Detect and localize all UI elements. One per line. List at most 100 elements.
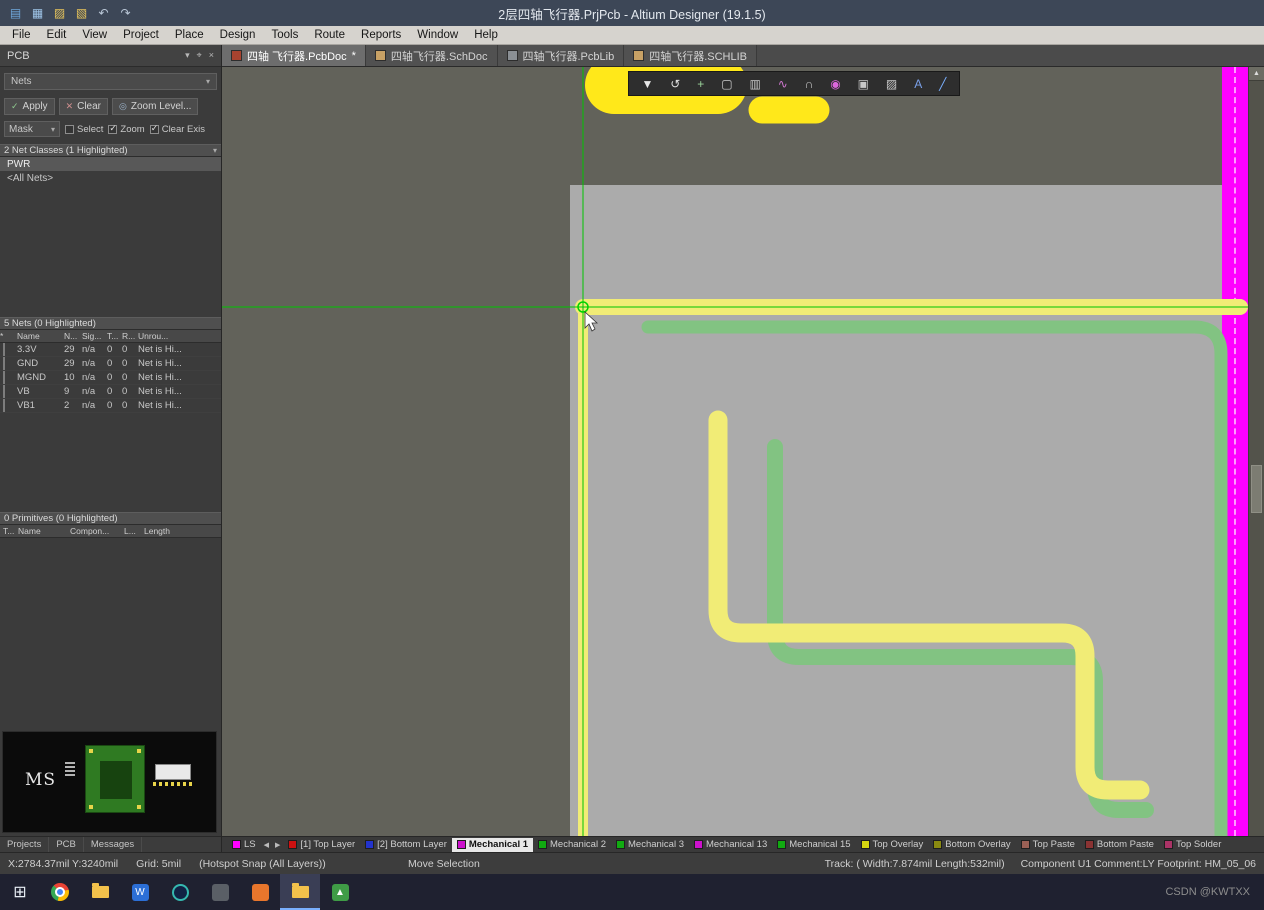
col-signal[interactable]: Sig...: [82, 331, 107, 341]
layer-tab-top-layer[interactable]: [1] Top Layer: [283, 838, 360, 852]
open-folder-icon[interactable]: ▨: [52, 7, 67, 19]
net-color-swatch[interactable]: [3, 385, 5, 398]
menu-tools[interactable]: Tools: [263, 26, 306, 44]
via-icon[interactable]: ◉: [830, 78, 840, 90]
layer-tab-mechanical-2[interactable]: Mechanical 2: [533, 838, 611, 852]
col-name[interactable]: Name: [18, 526, 70, 536]
net-row-vb[interactable]: VB 9 n/a 0 0 Net is Hi...: [0, 385, 221, 399]
redo-icon[interactable]: ↷: [118, 7, 133, 19]
zoom-checkbox-group[interactable]: Zoom: [108, 123, 145, 135]
canvas-vertical-scrollbar[interactable]: ▲: [1248, 67, 1264, 836]
menu-help[interactable]: Help: [466, 26, 506, 44]
filter-icon[interactable]: ▼: [641, 78, 653, 90]
taskbar-utility[interactable]: [200, 874, 240, 910]
apply-button[interactable]: ✓ Apply: [4, 98, 55, 115]
net-class-item-all-nets[interactable]: <All Nets>: [0, 171, 221, 185]
menu-place[interactable]: Place: [167, 26, 212, 44]
interactive-route-icon[interactable]: ∿: [778, 78, 788, 90]
board-preview-panel[interactable]: MS: [2, 731, 217, 833]
col-component[interactable]: Compon...: [70, 526, 124, 536]
col-t[interactable]: T...: [0, 526, 18, 536]
undo-icon[interactable]: ↶: [96, 7, 111, 19]
nets-table-header[interactable]: * Name N... Sig... T... R... Unrou...: [0, 330, 221, 343]
doc-tab-pcblib[interactable]: 四轴飞行器.PcbLib: [497, 45, 625, 66]
doc-tab-schlib[interactable]: 四轴飞行器.SCHLIB: [624, 45, 757, 66]
layers-next-icon[interactable]: ▶: [272, 841, 283, 849]
taskbar-image-viewer[interactable]: ▲: [320, 874, 360, 910]
clear-existing-checkbox[interactable]: [149, 123, 159, 134]
layer-tab-bottom-paste[interactable]: Bottom Paste: [1080, 838, 1159, 852]
menu-reports[interactable]: Reports: [353, 26, 409, 44]
line-icon[interactable]: ╱: [939, 78, 946, 90]
selection-rect-icon[interactable]: ▢: [721, 78, 732, 90]
save-icon[interactable]: ▧: [74, 7, 89, 19]
select-checkbox-group[interactable]: Select: [65, 124, 103, 135]
layer-tab-mechanical-1[interactable]: Mechanical 1: [451, 837, 534, 852]
pcb-canvas[interactable]: ▼ ↺ + ▢ ▥ ∿ ∩ ◉ ▣ ▨ A ╱ ▲: [222, 67, 1264, 836]
clear-existing-checkbox-group[interactable]: Clear Exis: [149, 123, 205, 135]
menu-file[interactable]: File: [4, 26, 39, 44]
panel-tab-pcb[interactable]: PCB: [49, 837, 84, 852]
doc-tab-schdoc[interactable]: 四轴飞行器.SchDoc: [365, 45, 498, 66]
start-button[interactable]: ⊞: [0, 874, 40, 910]
nets-section-header[interactable]: 5 Nets (0 Highlighted): [0, 317, 221, 330]
panel-mode-dropdown[interactable]: Nets ▾: [4, 73, 217, 90]
menu-edit[interactable]: Edit: [39, 26, 75, 44]
panel-close-icon[interactable]: ×: [209, 50, 214, 61]
col-t[interactable]: T...: [107, 331, 122, 341]
net-color-swatch[interactable]: [3, 343, 5, 356]
net-row-3v3[interactable]: 3.3V 29 n/a 0 0 Net is Hi...: [0, 343, 221, 357]
panel-pin-icon[interactable]: ⌖: [197, 50, 202, 61]
col-nodes[interactable]: N...: [64, 331, 82, 341]
doc-tab-pcbdoc[interactable]: 四轴 飞行器.PcbDoc *: [222, 45, 366, 66]
panel-tab-messages[interactable]: Messages: [84, 837, 143, 852]
menu-view[interactable]: View: [74, 26, 115, 44]
net-color-swatch[interactable]: [3, 371, 5, 384]
open-project-icon[interactable]: ▦: [30, 7, 45, 19]
arc-icon[interactable]: ∩: [805, 78, 814, 90]
col-length[interactable]: Length: [144, 526, 221, 536]
layer-tab-mechanical-3[interactable]: Mechanical 3: [611, 838, 689, 852]
layer-tab-top-solder[interactable]: Top Solder: [1159, 838, 1226, 852]
net-class-item-pwr[interactable]: PWR: [0, 157, 221, 171]
taskbar-chrome[interactable]: [40, 874, 80, 910]
menu-route[interactable]: Route: [306, 26, 353, 44]
taskbar-paint-tool[interactable]: [240, 874, 280, 910]
panel-tab-projects[interactable]: Projects: [0, 837, 50, 852]
menu-design[interactable]: Design: [212, 26, 264, 44]
menu-window[interactable]: Window: [409, 26, 466, 44]
net-row-gnd[interactable]: GND 29 n/a 0 0 Net is Hi...: [0, 357, 221, 371]
layer-tab-bottom-layer[interactable]: [2] Bottom Layer: [360, 838, 452, 852]
scroll-up-arrow-icon[interactable]: ▲: [1249, 67, 1264, 81]
col-unrouted[interactable]: Unrou...: [138, 331, 221, 341]
scrollbar-thumb[interactable]: [1251, 465, 1262, 513]
text-icon[interactable]: A: [914, 78, 922, 90]
net-row-vb1[interactable]: VB1 2 n/a 0 0 Net is Hi...: [0, 399, 221, 413]
col-r[interactable]: R...: [122, 331, 138, 341]
layer-tab-mechanical-15[interactable]: Mechanical 15: [772, 838, 855, 852]
layers-prev-icon[interactable]: ◀: [261, 841, 272, 849]
net-classes-section-header[interactable]: 2 Net Classes (1 Highlighted) ▾: [0, 144, 221, 157]
histogram-icon[interactable]: ▥: [749, 78, 760, 90]
green-trace-top[interactable]: [641, 320, 1228, 836]
layer-tab-top-paste[interactable]: Top Paste: [1016, 838, 1080, 852]
col-l[interactable]: L...: [124, 526, 144, 536]
net-row-mgnd[interactable]: MGND 10 n/a 0 0 Net is Hi...: [0, 371, 221, 385]
taskbar-active-app[interactable]: [280, 874, 320, 910]
primitives-section-header[interactable]: 0 Primitives (0 Highlighted): [0, 512, 221, 525]
panel-dropdown-icon[interactable]: ▾: [185, 50, 190, 61]
menu-project[interactable]: Project: [115, 26, 167, 44]
taskbar-browser[interactable]: [160, 874, 200, 910]
layer-tab-mechanical-13[interactable]: Mechanical 13: [689, 838, 772, 852]
primitives-table-header[interactable]: T... Name Compon... L... Length: [0, 525, 221, 538]
new-document-icon[interactable]: ▤: [8, 7, 23, 19]
layer-sets-button[interactable]: LS: [227, 838, 261, 852]
zoom-checkbox[interactable]: [108, 123, 118, 134]
taskbar-wps[interactable]: W: [120, 874, 160, 910]
select-checkbox[interactable]: [65, 124, 74, 134]
move-icon[interactable]: +: [697, 78, 704, 90]
taskbar-file-explorer[interactable]: [80, 874, 120, 910]
net-color-swatch[interactable]: [3, 399, 5, 412]
zoom-level-button[interactable]: ◎ Zoom Level...: [112, 98, 199, 115]
mask-dropdown[interactable]: Mask ▾: [4, 121, 60, 137]
